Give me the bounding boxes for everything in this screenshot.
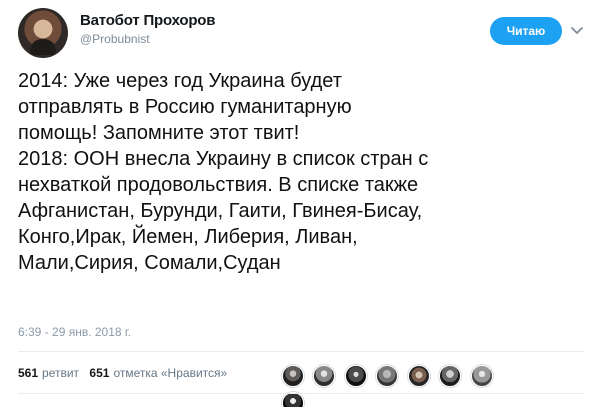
stats-divider-top (18, 351, 584, 352)
tweet-text: 2014: Уже через год Украина будет отправ… (18, 68, 578, 276)
retweets-stat[interactable]: 561 ретвит (18, 361, 79, 385)
retweets-label: ретвит (42, 366, 80, 380)
chevron-down-icon[interactable] (570, 23, 584, 37)
tweet-line: помощь! Запомните этот твит! (18, 122, 300, 144)
follow-button[interactable]: Читаю (490, 17, 562, 45)
tweet-line: нехваткой продовольствия. В списке также (18, 174, 419, 196)
likes-stat[interactable]: 651 отметка «Нравится» (89, 361, 227, 385)
tweet-line: Мали,Сирия, Сомали,Судан (18, 252, 281, 274)
tweet-line: Конго,Ирак, Йемен, Либерия, Ливан, (18, 226, 358, 248)
tweet-line: 2014: Уже через год Украина будет (18, 70, 342, 92)
liker-avatar[interactable] (407, 365, 430, 387)
user-handle[interactable]: @Probubnist (80, 32, 215, 47)
liker-avatar[interactable] (313, 365, 336, 387)
likes-count: 651 (89, 366, 110, 380)
display-name[interactable]: Ватобот Прохоров (80, 11, 215, 30)
liker-avatar[interactable] (282, 365, 304, 387)
likes-label: отметка «Нравится» (113, 366, 228, 380)
liker-avatars[interactable] (282, 365, 527, 407)
liker-avatar[interactable] (376, 365, 399, 387)
tweet-line: Афганистан, Бурунди, Гаити, Гвинея-Бисау… (18, 200, 423, 222)
tweet-timestamp[interactable]: 6:39 - 29 янв. 2018 г. (18, 325, 131, 340)
tweet-header: Ватобот Прохоров @Probubnist Читаю (18, 8, 584, 58)
liker-avatar[interactable] (344, 365, 367, 387)
liker-avatar[interactable] (470, 365, 493, 387)
stats-divider-bottom (18, 393, 584, 394)
liker-avatar[interactable] (439, 365, 462, 387)
tweet-line: отправлять в Россию гуманитарную (18, 96, 352, 118)
retweets-count: 561 (18, 366, 39, 380)
liker-avatar[interactable] (282, 392, 304, 407)
avatar[interactable] (18, 8, 68, 58)
tweet-line: 2018: ООН внесла Украину в список стран … (18, 148, 429, 170)
user-info: Ватобот Прохоров @Probubnist (80, 11, 215, 47)
